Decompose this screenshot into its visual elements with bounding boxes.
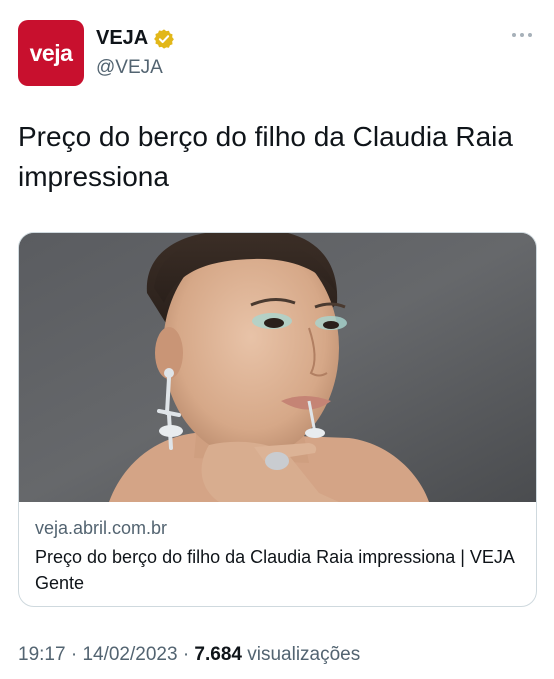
views-count[interactable]: 7.684 xyxy=(194,644,242,665)
views-label: visualizações xyxy=(247,644,361,665)
author-handle[interactable]: @VEJA xyxy=(96,57,163,79)
tweet-footer: 19:17 · 14/02/2023 · 7.684 visualizações xyxy=(18,644,360,666)
author-display-name[interactable]: VEJA xyxy=(96,27,148,50)
tweet: veja VEJA @VEJA Preço do berço do filho … xyxy=(0,0,554,679)
tweet-date[interactable]: 14/02/2023 xyxy=(82,644,177,665)
portrait-photo xyxy=(19,233,536,502)
more-options-icon[interactable] xyxy=(512,30,534,40)
avatar[interactable]: veja xyxy=(18,20,84,86)
tweet-time[interactable]: 19:17 xyxy=(18,644,66,665)
link-card-image[interactable] xyxy=(19,233,536,502)
link-card-title[interactable]: Preço do berço do filho da Claudia Raia … xyxy=(35,544,525,596)
footer-separator: · xyxy=(70,644,78,665)
verified-badge-icon xyxy=(153,28,175,50)
link-card-domain: veja.abril.com.br xyxy=(35,518,168,538)
link-card-meta: veja.abril.com.br Preço do berço do filh… xyxy=(35,516,525,596)
author-name-row: VEJA xyxy=(96,27,175,50)
link-card[interactable]: veja.abril.com.br Preço do berço do filh… xyxy=(18,232,537,607)
tweet-text: Preço do berço do filho da Claudia Raia … xyxy=(18,121,513,192)
footer-separator-2: · xyxy=(182,644,190,665)
avatar-logo-text: veja xyxy=(29,39,73,66)
